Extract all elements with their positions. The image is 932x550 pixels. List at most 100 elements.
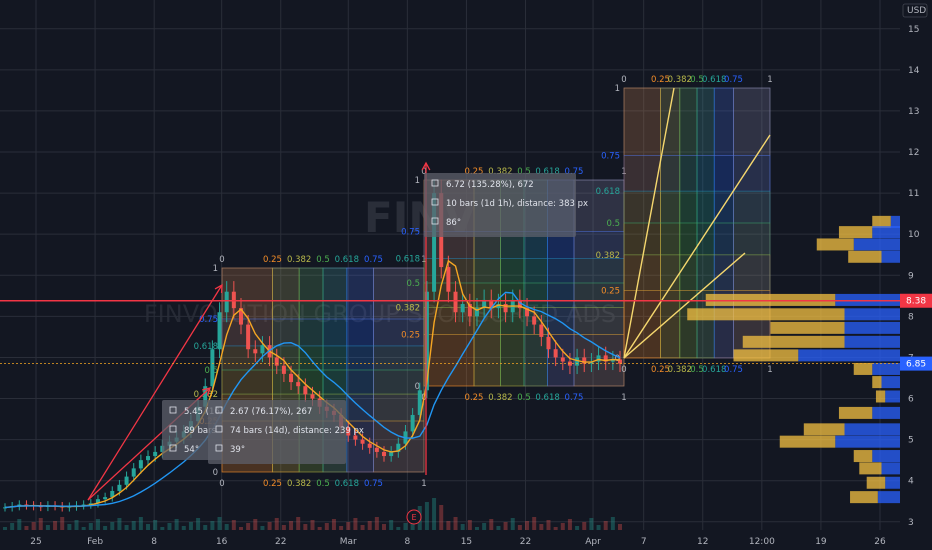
profile-buy-bar <box>853 362 873 375</box>
fib-label-bottom: 0.382 <box>668 365 692 375</box>
candlestick-chart[interactable]: FINVFINVOLUTION GROUP SPONSORED ADS 0000… <box>0 0 932 550</box>
volume-bar <box>317 527 322 530</box>
time-axis[interactable]: 25 Feb 8 16 22 Mar 8 15 22 Apr 7 12 12:00 19 26 <box>0 530 932 550</box>
volume-bar <box>382 524 387 530</box>
volume-bar <box>131 521 136 530</box>
volume-bar <box>303 524 308 530</box>
fib-label-top: 0.5 <box>316 255 330 265</box>
time-tick: 12 <box>697 537 708 547</box>
chart-root[interactable]: FINV FINVOLUTION GROUP SPONSORED ADS 0000… <box>0 0 932 550</box>
earnings-label: E <box>411 513 416 522</box>
volume-bar <box>539 524 544 530</box>
volume-bar <box>439 505 444 530</box>
price-tick: 3 <box>908 518 914 528</box>
candle-body <box>124 476 129 485</box>
candle-body <box>310 394 315 399</box>
price-tick: 5 <box>908 436 914 446</box>
time-tick: 19 <box>815 537 827 547</box>
candle-body <box>146 456 151 461</box>
candle-body <box>138 460 143 469</box>
volume-bar <box>446 521 451 530</box>
volume-bar <box>339 526 344 530</box>
volume-bar <box>296 517 301 530</box>
profile-sell-bar <box>885 476 900 489</box>
price-tick: 13 <box>908 107 919 117</box>
fib-label-side: 0 <box>213 468 218 478</box>
fib-label-bottom: 1 <box>621 393 626 403</box>
candle-body <box>153 451 158 457</box>
volume-bar <box>31 522 36 530</box>
volume-bar <box>246 523 251 530</box>
price-tick: 4 <box>908 477 914 487</box>
fib-row <box>623 190 771 224</box>
fib-label-bottom: 0.75 <box>565 393 584 403</box>
volume-bar <box>67 524 72 530</box>
candle-body <box>289 373 294 383</box>
fib-label-top: 0.75 <box>724 75 743 85</box>
measure-angle: 86° <box>446 218 461 228</box>
candle-body <box>260 345 265 354</box>
fib-label-side: 0.382 <box>596 251 620 261</box>
candle-body <box>453 291 458 313</box>
profile-sell-bar <box>835 293 900 306</box>
volume-bar <box>146 524 151 530</box>
volume-bar <box>360 525 365 530</box>
volume-bar <box>124 525 129 530</box>
volume-bar <box>217 517 222 530</box>
profile-sell-bar <box>872 226 900 239</box>
candle-body <box>546 336 551 350</box>
volume-bar <box>432 498 437 530</box>
fib-label-bottom: 0 <box>219 479 224 489</box>
volume-bar <box>74 520 79 530</box>
volume-bar <box>188 522 193 530</box>
time-tick: 22 <box>520 537 531 547</box>
fib-label-top: 0 <box>621 75 626 85</box>
volume-bar <box>389 520 394 530</box>
candle-body <box>539 324 544 337</box>
fib-label-bottom: 0.5 <box>316 479 330 489</box>
profile-sell-bar <box>844 321 900 334</box>
candle-body <box>231 291 236 309</box>
fib-label-bottom: 0.382 <box>488 393 512 403</box>
profile-buy-bar <box>872 215 891 228</box>
price-tick: 6 <box>908 395 914 405</box>
fib-label-top: 0.382 <box>287 255 311 265</box>
profile-sell-bar <box>885 390 900 403</box>
fib-label-side: 1 <box>415 176 420 186</box>
profile-buy-bar <box>779 435 836 448</box>
volume-bar <box>196 518 201 530</box>
candle-body <box>103 497 108 500</box>
time-tick: 25 <box>30 537 41 547</box>
fib-label-top: 0.25 <box>263 255 282 265</box>
volume-bar <box>596 525 601 530</box>
fib-label-side: 0.618 <box>596 187 620 197</box>
candle-body <box>253 349 258 354</box>
fib-label-top: 0.382 <box>668 75 692 85</box>
candle-body <box>532 316 537 325</box>
candle-body <box>303 386 308 395</box>
candle-body <box>281 365 286 374</box>
fib-label-top: 0 <box>219 255 224 265</box>
profile-buy-bar <box>803 423 845 436</box>
volume-bar <box>396 527 401 530</box>
fib-label-bottom: 0.75 <box>364 479 383 489</box>
profile-buy-bar <box>866 476 886 489</box>
measure-box[interactable]: 6.72 (135.28%), 672 10 bars (1d 1h), dist… <box>424 173 588 237</box>
candle-body <box>410 414 415 432</box>
candle-body <box>210 349 215 387</box>
fib-label-side: 0.5 <box>606 219 620 229</box>
measure-box[interactable]: 2.67 (76.17%), 267 74 bars (14d), distanc… <box>208 400 364 464</box>
profile-sell-bar <box>881 376 900 389</box>
time-tick: Mar <box>340 537 357 547</box>
volume-bar <box>231 520 236 530</box>
volume-bar <box>496 526 501 530</box>
candle-body <box>382 451 387 457</box>
candle-body <box>553 349 558 358</box>
price-axis[interactable]: 3456789101112131415USD8.386.85 <box>900 0 932 550</box>
fib-label-side: 1 <box>615 84 620 94</box>
profile-buy-bar <box>742 335 845 348</box>
volume-bar <box>24 526 29 530</box>
volume-bar <box>181 526 186 530</box>
fib-label-bottom: 0.75 <box>724 365 743 375</box>
fib-label-bottom: 1 <box>421 479 426 489</box>
